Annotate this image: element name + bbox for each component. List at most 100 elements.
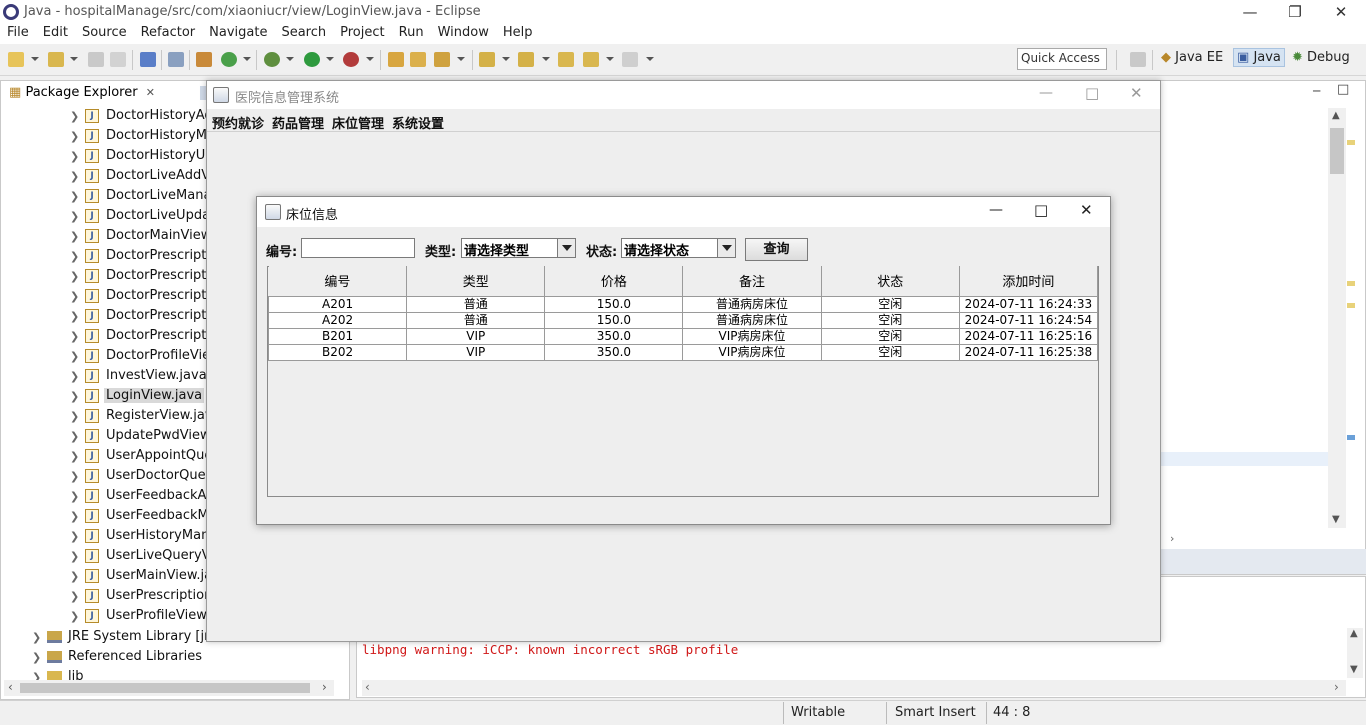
column-header[interactable]: 编号 xyxy=(268,266,408,297)
chevron-right-icon[interactable]: ❯ xyxy=(70,490,79,503)
chevron-right-icon[interactable]: ❯ xyxy=(70,570,79,583)
dropdown-icon[interactable] xyxy=(286,57,294,61)
scroll-up-icon[interactable]: ▲ xyxy=(1332,110,1340,121)
minimize-icon[interactable]: — xyxy=(989,202,1003,218)
table-row[interactable]: A201 普通 150.0 普通病房床位 空闲 2024-07-11 16:24:33 xyxy=(267,295,1099,313)
chevron-right-icon[interactable]: ❯ xyxy=(70,290,79,303)
dropdown-icon[interactable] xyxy=(326,57,334,61)
column-header[interactable]: 状态 xyxy=(821,266,960,297)
menu-refactor[interactable]: Refactor xyxy=(134,24,203,40)
menu-source[interactable]: Source xyxy=(75,24,134,40)
chevron-right-icon[interactable]: ❯ xyxy=(70,410,79,423)
last-edit-icon[interactable] xyxy=(558,52,574,67)
chevron-down-icon[interactable] xyxy=(717,239,735,257)
tree-node-file[interactable]: ❯JUserAppointQuer xyxy=(0,446,206,466)
tree-node-file[interactable]: ❯ J UserFeedbackMa xyxy=(0,506,206,526)
search-tool-icon[interactable] xyxy=(434,52,450,67)
scroll-thumb[interactable] xyxy=(1330,128,1344,174)
tree-node-file[interactable]: ❯JUserHistoryMana xyxy=(0,526,206,546)
chevron-right-icon[interactable]: ❯ xyxy=(70,150,79,163)
forward-icon[interactable] xyxy=(622,52,638,67)
new-icon[interactable] xyxy=(8,52,24,67)
scroll-up-icon[interactable]: ▲ xyxy=(1350,628,1358,639)
next-annotation-icon[interactable] xyxy=(479,52,495,67)
open-type-icon[interactable] xyxy=(196,52,212,67)
previous-annotation-icon[interactable] xyxy=(518,52,534,67)
dropdown-icon[interactable] xyxy=(243,57,251,61)
minimize-icon[interactable]: — xyxy=(1039,85,1053,101)
menu-bed[interactable]: 床位管理 xyxy=(332,110,384,132)
column-header[interactable]: 价格 xyxy=(544,266,684,297)
chevron-right-icon[interactable]: ❯ xyxy=(70,470,79,483)
scroll-right-icon[interactable]: › xyxy=(1334,680,1339,694)
open-file-icon[interactable] xyxy=(410,52,426,67)
chevron-right-icon[interactable]: ❯ xyxy=(70,510,79,523)
quick-access-input[interactable]: Quick Access xyxy=(1017,48,1107,70)
scroll-right-icon[interactable]: › xyxy=(1170,532,1174,545)
chevron-right-icon[interactable]: ❯ xyxy=(70,610,79,623)
new-package-icon[interactable] xyxy=(48,52,64,67)
chevron-right-icon[interactable]: ❯ xyxy=(70,370,79,383)
scroll-down-icon[interactable]: ▼ xyxy=(1350,664,1358,675)
scroll-left-icon[interactable]: ‹ xyxy=(365,680,370,694)
dropdown-icon[interactable] xyxy=(646,57,654,61)
new-dropdown-icon[interactable] xyxy=(31,57,39,61)
number-input[interactable] xyxy=(301,238,415,258)
chevron-right-icon[interactable]: ❯ xyxy=(70,550,79,563)
editor-minimize-icon[interactable]: ─ xyxy=(1313,84,1320,98)
close-icon[interactable]: ✕ xyxy=(1130,84,1143,102)
tree-node-file[interactable]: ❯ J InvestView.java xyxy=(0,366,206,386)
scroll-left-icon[interactable]: ‹ xyxy=(8,680,13,694)
package-explorer-horizontal-scrollbar[interactable]: ‹ › xyxy=(4,680,334,696)
tree-node-file[interactable]: ❯JDoctorHistoryAdd xyxy=(0,106,206,126)
chevron-right-icon[interactable]: ❯ xyxy=(70,130,79,143)
dropdown-icon[interactable] xyxy=(542,57,550,61)
dropdown-icon[interactable] xyxy=(70,57,78,61)
tree-node-file[interactable]: ❯JDoctorLiveUpdate xyxy=(0,206,206,226)
menu-edit[interactable]: Edit xyxy=(36,24,75,40)
chevron-right-icon[interactable]: ❯ xyxy=(70,430,79,443)
perspective-java[interactable]: ▣ Java xyxy=(1233,48,1285,67)
chevron-right-icon[interactable]: ❯ xyxy=(70,250,79,263)
chevron-right-icon[interactable]: ❯ xyxy=(70,270,79,283)
status-select[interactable]: 请选择状态 xyxy=(621,238,736,259)
dropdown-icon[interactable] xyxy=(606,57,614,61)
open-folder-icon[interactable] xyxy=(388,52,404,67)
dropdown-icon[interactable] xyxy=(366,57,374,61)
run-icon[interactable] xyxy=(304,52,320,67)
chevron-right-icon[interactable]: ❯ xyxy=(70,190,79,203)
tree-node-file[interactable]: ❯JDoctorHistoryUpd xyxy=(0,146,206,166)
skip-breakpoints-icon[interactable] xyxy=(168,52,184,67)
tree-node-file[interactable]: ❯ J DoctorHistoryMa xyxy=(0,126,206,146)
console-vertical-scrollbar[interactable]: ▲ ▼ xyxy=(1347,628,1363,678)
chevron-right-icon[interactable]: ❯ xyxy=(70,170,79,183)
tree-node-file[interactable]: ❯JUserLiveQueryVie xyxy=(0,546,206,566)
scroll-down-icon[interactable]: ▼ xyxy=(1332,514,1340,525)
close-icon[interactable]: ✕ xyxy=(1080,201,1093,219)
menu-run[interactable]: Run xyxy=(392,24,431,40)
tree-node-file[interactable]: ❯JUserPrescriptionG xyxy=(0,586,206,606)
save-all-icon[interactable] xyxy=(110,52,126,67)
tree-node-file[interactable]: ❯JDoctorProfileView xyxy=(0,346,206,366)
chevron-right-icon[interactable]: ❯ xyxy=(32,631,41,644)
open-perspective-icon[interactable] xyxy=(1130,52,1146,67)
close-tab-icon[interactable]: ✕ xyxy=(146,86,155,99)
column-header[interactable]: 类型 xyxy=(406,266,546,297)
editor-vertical-scrollbar[interactable]: ▲ ▼ xyxy=(1328,108,1346,528)
tree-node-file[interactable]: ❯JDoctorPrescriptio xyxy=(0,246,206,266)
tree-node-file[interactable]: ❯JUserProfileView.ja xyxy=(0,606,206,626)
tree-node-file[interactable]: ❯ J LoginView.java xyxy=(0,386,206,406)
tree-node-lib-folder[interactable]: ❯ lib xyxy=(0,667,260,680)
package-explorer-tab[interactable]: ▦ Package Explorer ✕ xyxy=(3,81,161,105)
table-row[interactable]: B201 VIP 350.0 VIP病房床位 空闲 2024-07-11 16:25:16 xyxy=(267,327,1099,345)
chevron-right-icon[interactable]: ❯ xyxy=(32,651,41,664)
type-select[interactable]: 请选择类型 xyxy=(461,238,576,259)
chevron-right-icon[interactable]: ❯ xyxy=(70,450,79,463)
tree-node-file[interactable]: ❯JDoctorPrescriptio xyxy=(0,306,206,326)
refresh-icon[interactable] xyxy=(221,52,237,67)
tree-node-referenced-libraries[interactable]: ❯ Referenced Libraries xyxy=(0,647,260,667)
close-icon[interactable]: ✕ xyxy=(1318,1,1364,23)
minimize-icon[interactable]: — xyxy=(1227,1,1273,23)
editor-maximize-icon[interactable]: □ xyxy=(1337,82,1349,97)
dropdown-icon[interactable] xyxy=(457,57,465,61)
